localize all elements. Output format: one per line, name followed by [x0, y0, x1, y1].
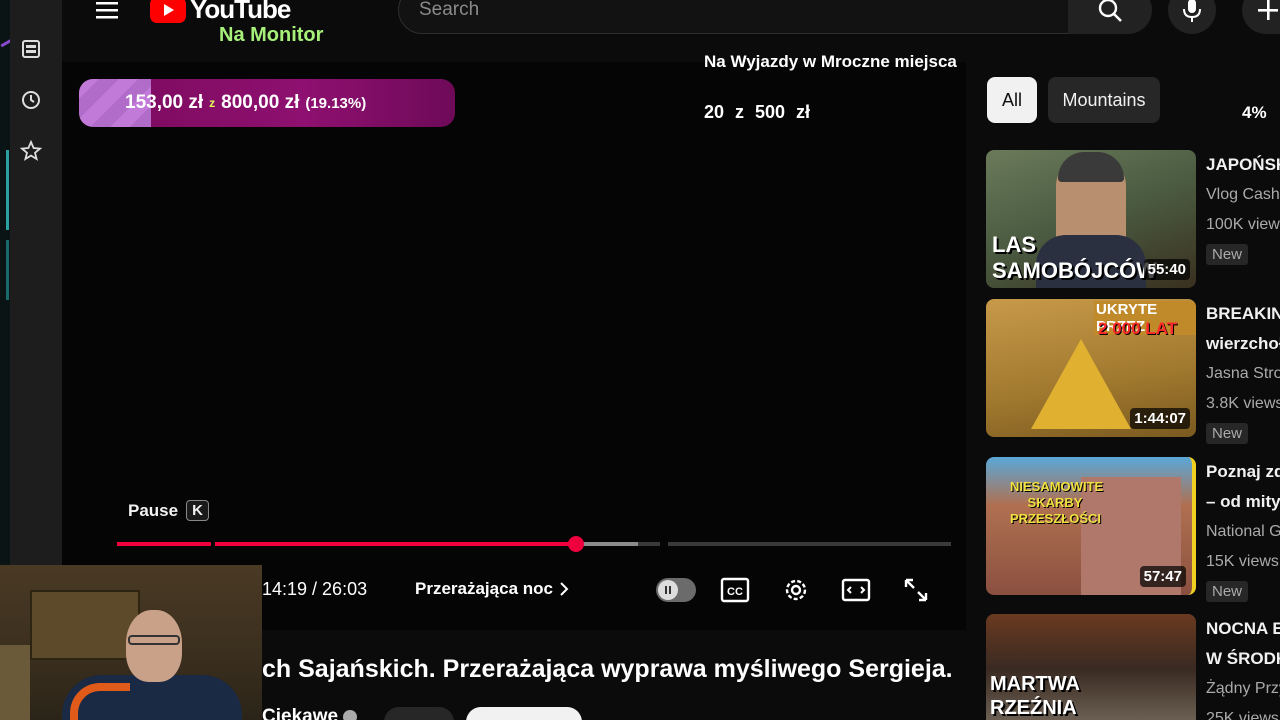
- new-badge: New: [1206, 423, 1249, 444]
- pause-tooltip: Pause K: [128, 500, 209, 521]
- svg-text:CC: CC: [727, 586, 743, 598]
- view-count: 15K views: [1206, 553, 1279, 570]
- goal-percent: (19.13%): [305, 94, 367, 112]
- menu-icon[interactable]: [92, 0, 122, 20]
- search-input[interactable]: Search: [398, 0, 1070, 34]
- view-count: 3.8K views: [1206, 395, 1280, 412]
- subscribe-button[interactable]: [466, 707, 582, 720]
- overlay-goal-amount: 20 z 500 zł: [704, 102, 811, 122]
- history-icon[interactable]: [20, 89, 42, 111]
- video-title[interactable]: BREAKING: [1206, 299, 1280, 329]
- scrubber-handle[interactable]: [567, 536, 584, 552]
- channel-name[interactable]: National Ge: [1206, 517, 1280, 547]
- video-duration: 57:47: [1139, 566, 1186, 587]
- goal-target: 800,00 zł: [221, 92, 300, 113]
- theater-mode-button[interactable]: [836, 574, 876, 606]
- thumbnail-caption: NIESAMOWITE SKARBY PRZESZŁOŚCI: [1010, 479, 1104, 526]
- streamer-glasses: [128, 635, 180, 645]
- chapter-gap: [211, 541, 215, 547]
- subbrand-label: Na Monitor: [219, 24, 324, 46]
- thumbnail-caption-highlight: 2 000 LAT: [1098, 319, 1178, 338]
- join-button[interactable]: [384, 707, 454, 720]
- youtube-logo[interactable]: YouTube: [150, 0, 291, 25]
- search-button[interactable]: [1068, 0, 1152, 34]
- subtitles-button[interactable]: CC: [715, 574, 755, 606]
- video-duration: 1:44:07: [1130, 408, 1190, 429]
- video-thumbnail[interactable]: LAS SAMOBÓJCÓW 55:40: [986, 150, 1196, 288]
- tooltip-shortcut-key: K: [186, 500, 209, 521]
- video-title[interactable]: Poznaj zd: [1206, 457, 1280, 487]
- create-button[interactable]: [1242, 0, 1280, 34]
- video-thumbnail[interactable]: UKRYTE PRZEZ 2 000 LAT 1:44:07: [986, 299, 1196, 437]
- pyramid-shape: [1031, 339, 1131, 429]
- new-badge: New: [1206, 244, 1249, 265]
- video-meta: JAPOŃSK Vlog Casha 100K views New: [1206, 150, 1280, 265]
- channel-name-main[interactable]: Ciekawe: [262, 706, 358, 720]
- left-edge-strip: [0, 0, 18, 565]
- progress-bar[interactable]: [117, 536, 951, 552]
- chip-all[interactable]: All: [987, 77, 1037, 123]
- chapter-title: Przerażająca noc: [415, 579, 553, 598]
- video-meta: BREAKING wierzchoł Jasna Stro 3.8K views…: [1206, 299, 1280, 444]
- voice-search-button[interactable]: [1168, 0, 1216, 34]
- person-hat: [1058, 152, 1124, 182]
- goal-current: 153,00 zł: [125, 92, 204, 113]
- goal-separator: z: [209, 96, 216, 110]
- pause-icon: [665, 586, 671, 594]
- overlay-goal-percent: 4%: [1242, 103, 1267, 122]
- chapter-gap: [664, 541, 668, 547]
- mic-icon: [1183, 0, 1201, 22]
- mini-sidebar: [10, 0, 62, 565]
- video-thumbnail[interactable]: NIESAMOWITE SKARBY PRZESZŁOŚCI 57:47: [986, 457, 1196, 595]
- video-title[interactable]: NOCNA E: [1206, 614, 1280, 644]
- video-meta: Poznaj zd – od mity National Ge 15K view…: [1206, 457, 1280, 602]
- chip-mountains[interactable]: Mountains: [1048, 77, 1160, 123]
- thumbnail-caption: MARTWA RZEŹNIA: [990, 673, 1080, 719]
- verified-icon: [343, 709, 358, 720]
- video-meta: NOCNA E W ŚRODK Żądny Przy 25K views: [1206, 614, 1280, 720]
- theater-icon: [841, 578, 871, 602]
- webcam-overlay: [0, 565, 262, 720]
- video-title-line2[interactable]: – od mity: [1206, 487, 1280, 517]
- channel-label: Ciekawe: [262, 706, 339, 720]
- video-title[interactable]: JAPOŃSK: [1206, 150, 1280, 180]
- channel-name[interactable]: Vlog Casha: [1206, 180, 1280, 210]
- background-door: [0, 645, 30, 720]
- channel-name[interactable]: Żądny Przy: [1206, 674, 1280, 704]
- video-title-line2[interactable]: W ŚRODK: [1206, 644, 1280, 674]
- edge-accent: [6, 240, 9, 300]
- view-count: 25K views: [1206, 710, 1279, 720]
- video-title-main: ch Sajańskich. Przerażająca wyprawa myśl…: [262, 655, 953, 683]
- chapter-button[interactable]: Przerażająca noc: [415, 579, 569, 599]
- star-icon[interactable]: [20, 140, 42, 162]
- video-title-line2[interactable]: wierzchoł: [1206, 329, 1280, 359]
- time-display: 14:19 / 26:03: [262, 579, 368, 599]
- plus-icon: [1258, 0, 1278, 20]
- view-count: 100K views: [1206, 216, 1280, 233]
- tooltip-label: Pause: [128, 500, 179, 520]
- settings-button[interactable]: [776, 574, 816, 606]
- progress-played: [117, 542, 576, 546]
- chevron-right-icon: [560, 582, 569, 596]
- overlay-goal-title: Na Wyjazdy w Mroczne miejsca: [704, 52, 957, 71]
- fullscreen-button[interactable]: [896, 574, 936, 606]
- new-badge: New: [1206, 581, 1249, 602]
- youtube-play-icon: [150, 0, 186, 23]
- gear-icon: [785, 579, 807, 601]
- streamer-head: [126, 610, 182, 682]
- subscriptions-icon[interactable]: [20, 38, 42, 60]
- edge-accent: [6, 150, 9, 230]
- search-placeholder: Search: [419, 0, 480, 20]
- video-thumbnail[interactable]: MARTWA RZEŹNIA: [986, 614, 1196, 720]
- expand-icon: [904, 578, 928, 602]
- autoplay-toggle[interactable]: [656, 578, 696, 602]
- background-shelf: [30, 590, 140, 660]
- cc-icon: CC: [720, 577, 750, 603]
- logo-word: YouTube: [190, 0, 291, 24]
- autoplay-knob: [658, 580, 678, 600]
- video-duration: 55:40: [1143, 259, 1190, 280]
- donation-goal-widget: 153,00 zł z 800,00 zł (19.13%): [79, 79, 455, 127]
- channel-name[interactable]: Jasna Stro: [1206, 359, 1280, 389]
- search-icon: [1098, 0, 1122, 22]
